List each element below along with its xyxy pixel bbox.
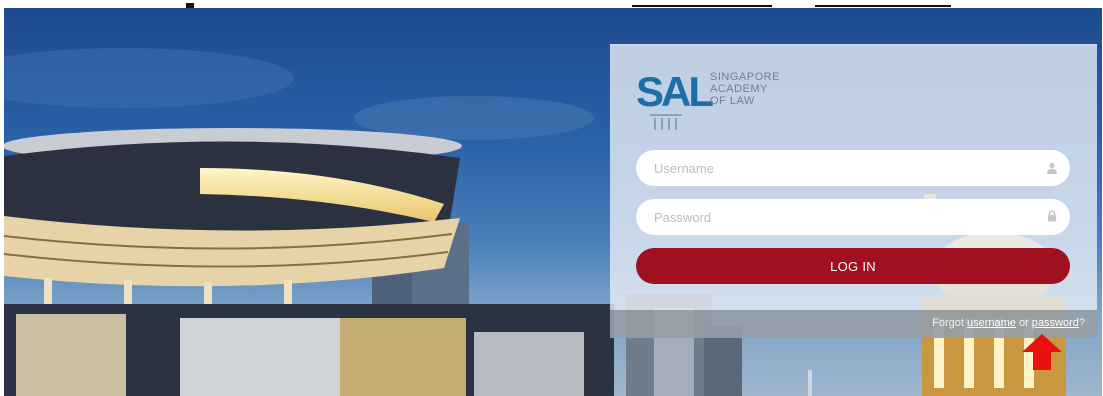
user-icon — [1047, 162, 1057, 174]
lock-icon — [1048, 210, 1056, 222]
logo-wordmark: SINGAPORE ACADEMY OF LAW — [710, 72, 780, 108]
forgot-suffix: ? — [1078, 317, 1085, 329]
forgot-prefix: Forgot — [932, 317, 964, 329]
red-arrow-icon — [1022, 334, 1062, 370]
logo-line: ACADEMY — [710, 83, 768, 95]
forgot-password-link[interactable]: password — [1032, 317, 1079, 329]
logo-mark: SAL — [636, 68, 714, 115]
logo-line: OF LAW — [710, 95, 755, 107]
password-input[interactable] — [636, 199, 1070, 235]
forgot-credentials-text: Forgot username or password? — [932, 317, 1085, 329]
sal-logo: SAL SINGAPORE ACADEMY OF LAW — [636, 68, 836, 138]
login-button[interactable]: LOG IN — [636, 248, 1070, 284]
forgot-username-link[interactable]: username — [967, 317, 1016, 329]
login-panel: SAL SINGAPORE ACADEMY OF LAW LOG IN Forg… — [610, 44, 1097, 338]
cropped-caption-strip — [0, 0, 1103, 8]
pillar-icon — [650, 114, 682, 130]
logo-line: SINGAPORE — [710, 71, 780, 83]
forgot-or: or — [1018, 317, 1029, 329]
username-input[interactable] — [636, 150, 1070, 186]
